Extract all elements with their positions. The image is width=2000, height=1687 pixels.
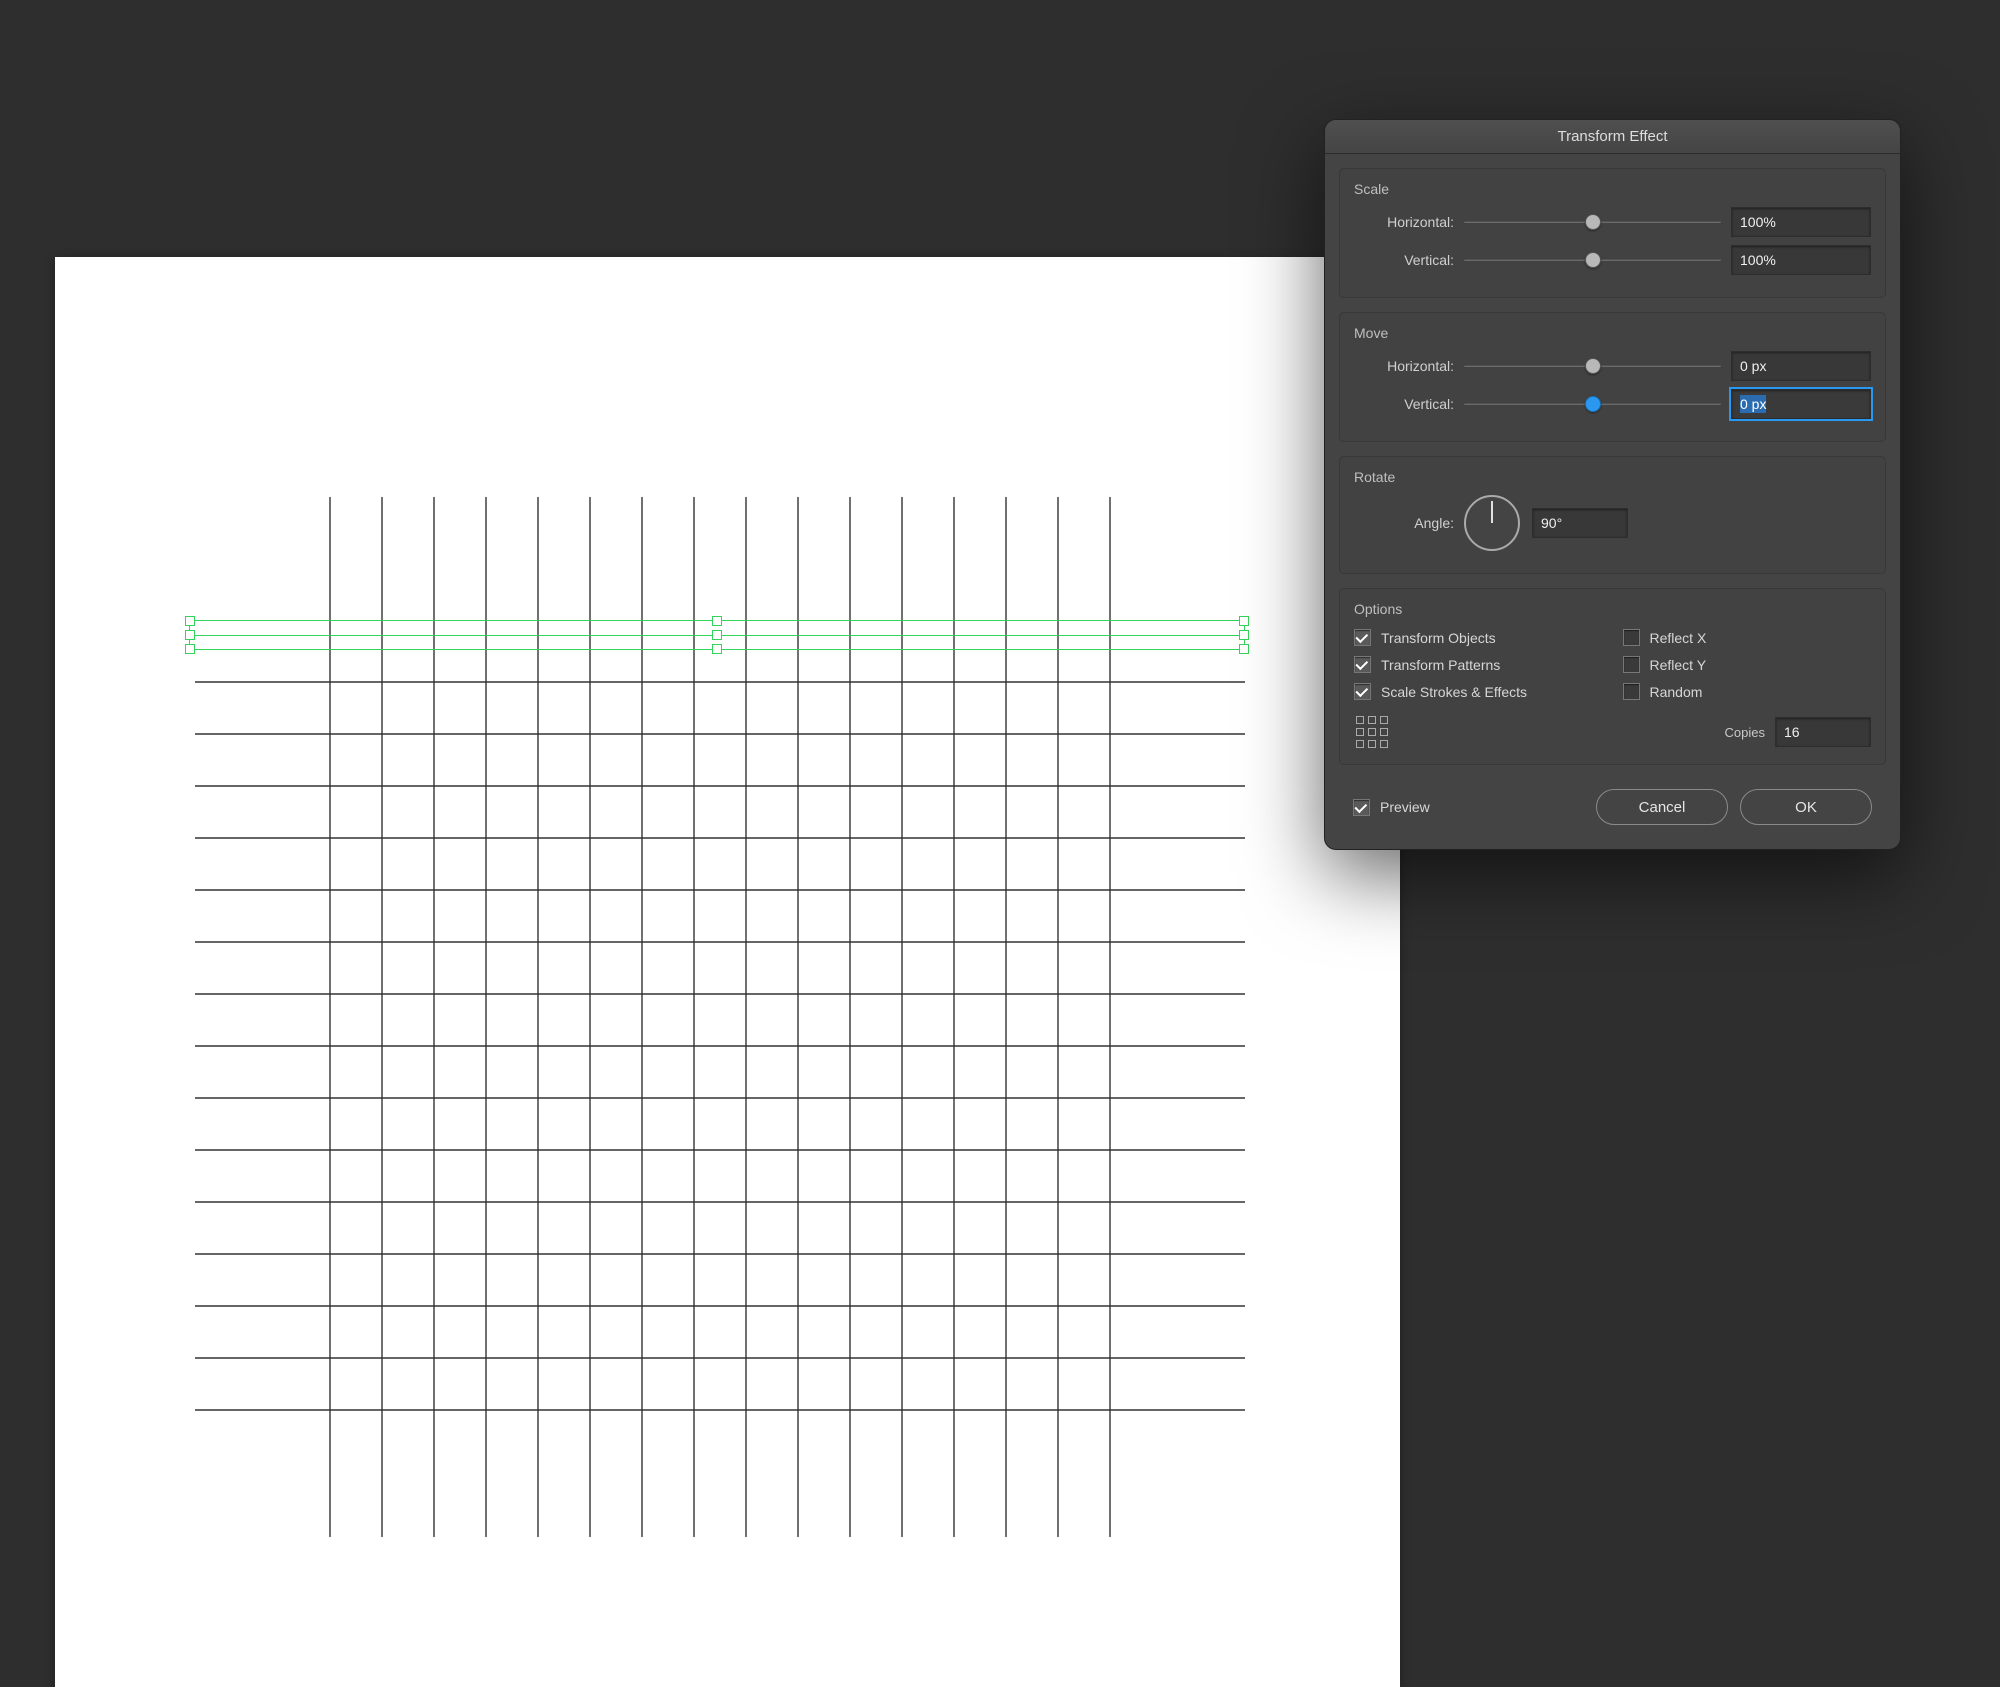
- scale-title: Scale: [1354, 181, 1871, 197]
- scale-vertical-value[interactable]: 100%: [1731, 245, 1871, 275]
- checkbox-label: Reflect X: [1650, 630, 1707, 646]
- options-group: Options Transform Objects Reflect X Tran…: [1339, 588, 1886, 765]
- scale-group: Scale Horizontal: 100% Vertical: 100%: [1339, 168, 1886, 298]
- move-title: Move: [1354, 325, 1871, 341]
- move-group: Move Horizontal: 0 px Vertical: 0 px: [1339, 312, 1886, 442]
- rotate-title: Rotate: [1354, 469, 1871, 485]
- copies-value[interactable]: 16: [1775, 717, 1871, 747]
- scale-horizontal-label: Horizontal:: [1354, 214, 1454, 230]
- anchor-point-icon[interactable]: [1354, 714, 1390, 750]
- transform-objects-checkbox[interactable]: Transform Objects: [1354, 629, 1603, 646]
- reflect-x-checkbox[interactable]: Reflect X: [1623, 629, 1872, 646]
- move-vertical-label: Vertical:: [1354, 396, 1454, 412]
- scale-strokes-checkbox[interactable]: Scale Strokes & Effects: [1354, 683, 1603, 700]
- move-horizontal-slider[interactable]: [1464, 353, 1721, 379]
- checkbox-label: Transform Objects: [1381, 630, 1496, 646]
- scale-vertical-slider[interactable]: [1464, 247, 1721, 273]
- checkbox-label: Preview: [1380, 799, 1430, 815]
- ok-button[interactable]: OK: [1740, 789, 1872, 825]
- checkbox-label: Random: [1650, 684, 1703, 700]
- dialog-title: Transform Effect: [1325, 120, 1900, 154]
- cancel-button[interactable]: Cancel: [1596, 789, 1728, 825]
- rotate-angle-label: Angle:: [1354, 515, 1454, 531]
- copies-label: Copies: [1725, 725, 1765, 740]
- transform-patterns-checkbox[interactable]: Transform Patterns: [1354, 656, 1603, 673]
- move-vertical-value[interactable]: 0 px: [1731, 389, 1871, 419]
- artboard-canvas[interactable]: [55, 257, 1400, 1687]
- random-checkbox[interactable]: Random: [1623, 683, 1872, 700]
- preview-checkbox[interactable]: Preview: [1353, 799, 1430, 816]
- move-vertical-slider[interactable]: [1464, 391, 1721, 417]
- reflect-y-checkbox[interactable]: Reflect Y: [1623, 656, 1872, 673]
- selection-bounds[interactable]: [189, 620, 1245, 650]
- scale-vertical-label: Vertical:: [1354, 252, 1454, 268]
- move-horizontal-label: Horizontal:: [1354, 358, 1454, 374]
- grid-lines: [55, 257, 1400, 1687]
- scale-horizontal-value[interactable]: 100%: [1731, 207, 1871, 237]
- rotate-dial[interactable]: [1464, 495, 1520, 551]
- checkbox-label: Reflect Y: [1650, 657, 1707, 673]
- checkbox-label: Scale Strokes & Effects: [1381, 684, 1527, 700]
- transform-effect-dialog[interactable]: Transform Effect Scale Horizontal: 100% …: [1324, 119, 1901, 850]
- rotate-group: Rotate Angle: 90°: [1339, 456, 1886, 574]
- move-horizontal-value[interactable]: 0 px: [1731, 351, 1871, 381]
- checkbox-label: Transform Patterns: [1381, 657, 1500, 673]
- scale-horizontal-slider[interactable]: [1464, 209, 1721, 235]
- rotate-angle-value[interactable]: 90°: [1532, 508, 1628, 538]
- options-title: Options: [1354, 601, 1871, 617]
